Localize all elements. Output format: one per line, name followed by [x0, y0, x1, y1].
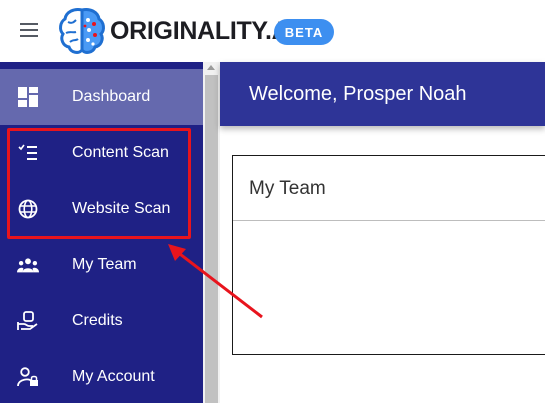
- sidebar-item-label: My Team: [72, 256, 137, 273]
- annotation-arrow: [168, 244, 263, 319]
- hamburger-menu-icon[interactable]: [20, 23, 38, 37]
- sidebar-item-label: Dashboard: [72, 88, 151, 105]
- beta-badge: BETA: [274, 19, 334, 45]
- welcome-message: Welcome, Prosper Noah: [249, 83, 467, 105]
- team-icon: [17, 254, 39, 276]
- credits-icon: [17, 310, 39, 332]
- sidebar-item-label: Content Scan: [72, 144, 169, 161]
- sidebar-item-website-scan[interactable]: Website Scan: [0, 181, 203, 237]
- dashboard-icon: [17, 86, 39, 108]
- brand-name: ORIGINALITY.AI: [110, 17, 297, 45]
- sidebar-item-my-account[interactable]: My Account: [0, 349, 203, 405]
- checklist-icon: [17, 142, 39, 164]
- scroll-up-arrow-icon[interactable]: [207, 65, 215, 70]
- sidebar-item-label: Credits: [72, 312, 123, 329]
- welcome-bar: Welcome, Prosper Noah: [220, 62, 545, 126]
- sidebar-item-content-scan[interactable]: Content Scan: [0, 125, 203, 181]
- sidebar-item-label: Website Scan: [72, 200, 171, 217]
- account-lock-icon: [17, 366, 39, 388]
- my-team-card: My Team: [232, 155, 545, 355]
- card-divider: [233, 220, 545, 221]
- sidebar-item-dashboard[interactable]: Dashboard: [0, 69, 203, 125]
- globe-icon: [17, 198, 39, 220]
- top-bar: ORIGINALITY.AI BETA: [0, 0, 545, 62]
- card-title: My Team: [249, 178, 326, 199]
- brain-logo-icon: [58, 6, 106, 56]
- sidebar-item-label: My Account: [72, 368, 155, 385]
